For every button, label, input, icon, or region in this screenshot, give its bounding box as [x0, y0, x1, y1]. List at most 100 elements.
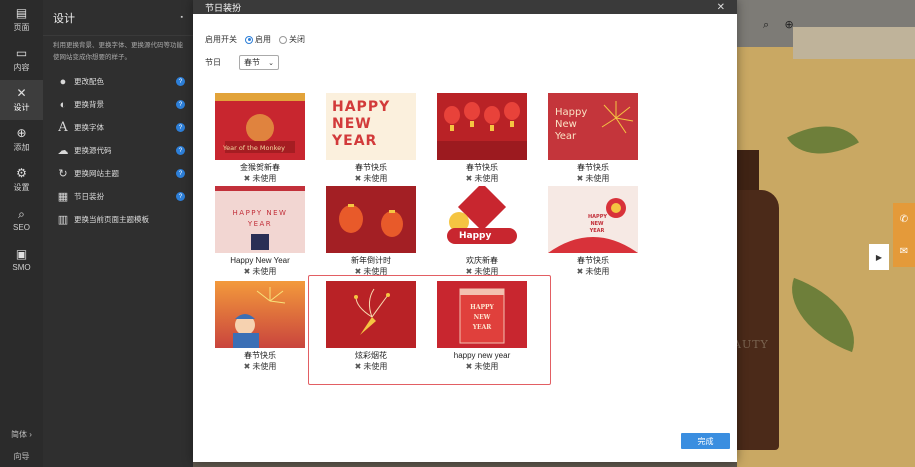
radio-disable[interactable]: 关闭 — [279, 34, 305, 45]
card-thumbnail — [437, 93, 527, 160]
knot-art — [447, 186, 517, 244]
festival-card[interactable]: Happy New Year 春节快乐 ✖ 未使用 — [548, 93, 638, 189]
card-status: ✖ 未使用 — [576, 174, 610, 183]
festival-card[interactable]: HAPPY NEW YEAR Happy New Year ✖ 未使用 — [215, 186, 305, 282]
panel-item-theme[interactable]: ↻ 更换网站主题? — [43, 162, 193, 185]
play-button[interactable]: ▶ — [869, 244, 889, 270]
unused-icon: ✖ — [576, 267, 584, 276]
radio-enable[interactable]: 启用 — [245, 34, 271, 45]
panel-title: 设计 — [53, 12, 75, 25]
mail-icon[interactable]: ✉ — [900, 246, 908, 257]
festival-card[interactable]: 春节快乐 ✖ 未使用 — [437, 93, 527, 189]
design-icon: ✕ — [16, 86, 27, 100]
help-icon[interactable]: ? — [176, 146, 185, 155]
modal-header: 节日装扮 ✕ — [193, 0, 737, 14]
panel-item-festival[interactable]: ▦ 节日装扮? — [43, 185, 193, 208]
selection-highlight — [308, 275, 551, 385]
help-icon[interactable]: ? — [176, 123, 185, 132]
festival-card[interactable]: Happy 欢庆新春 ✖ 未使用 — [437, 186, 527, 282]
card-name: Happy New Year — [230, 256, 290, 265]
card-status: ✖ 未使用 — [243, 174, 277, 183]
unused-icon: ✖ — [243, 267, 251, 276]
left-rail: ▤ 页面 ▭ 内容 ✕ 设计 ⊕ 添加 ⚙ 设置 ⌕ SEO ▣ SMO 简体 › 向导 — [0, 0, 43, 467]
card-thumbnail: Happy New Year — [548, 93, 638, 160]
unused-icon: ✖ — [576, 174, 584, 183]
unused-icon: ✖ — [354, 174, 362, 183]
card-thumbnail: HAPPY NEW YEAR — [326, 93, 416, 160]
content-icon: ▭ — [15, 46, 28, 60]
contact-float[interactable]: ✆ ✉ — [893, 203, 915, 267]
festival-select[interactable]: 春节 ⌄ — [239, 55, 279, 70]
panel-item-template[interactable]: ▥ 更换当前页面主题模板 — [43, 208, 193, 231]
card-name: 金猴贺新春 — [240, 163, 280, 172]
cloud-icon: ☁ — [57, 145, 69, 157]
refresh-icon: ↻ — [58, 168, 68, 180]
card-status: ✖ 未使用 — [576, 267, 610, 276]
card-name: 新年倒计时 — [351, 256, 391, 265]
festival-card[interactable]: 新年倒计时 ✖ 未使用 — [326, 186, 416, 282]
design-panel: 设计 ▪ 利用更换背景、更换字体、更换源代码等功能使网站变成你想要的样子。 ● 更… — [43, 0, 193, 467]
card-name: 春节快乐 — [466, 163, 498, 172]
panel-item-background[interactable]: ◐ 更换背景? — [43, 93, 193, 116]
panel-header: 设计 ▪ — [43, 0, 193, 36]
radio-unchecked-icon — [279, 35, 287, 44]
card-name: 春节快乐 — [355, 163, 387, 172]
modal-title: 节日装扮 — [205, 2, 242, 13]
panel-description: 利用更换背景、更换字体、更换源代码等功能使网站变成你想要的样子。 — [53, 42, 183, 61]
card-status: ✖ 未使用 — [465, 174, 499, 183]
help-icon[interactable]: ? — [176, 100, 185, 109]
pin-icon[interactable]: ▪ — [181, 14, 183, 21]
card-thumbnail: HAPPY NEW YEAR — [548, 186, 638, 253]
panel-item-source[interactable]: ☁ 更换源代码? — [43, 139, 193, 162]
drop-icon: ● — [59, 75, 67, 88]
festival-card[interactable]: Year of the Monkey 金猴贺新春 ✖ 未使用 — [215, 93, 305, 189]
festival-card[interactable]: HAPPY NEW YEAR 春节快乐 ✖ 未使用 — [326, 93, 416, 189]
unused-icon: ✖ — [465, 174, 473, 183]
help-icon[interactable]: ? — [176, 192, 185, 201]
card-thumbnail — [215, 281, 305, 348]
rail-item-seo[interactable]: ⌕ SEO — [0, 200, 43, 240]
card-thumbnail: HAPPY NEW YEAR — [215, 186, 305, 253]
done-button[interactable]: 完成 — [681, 433, 730, 449]
panel-item-color[interactable]: ● 更改配色? — [43, 70, 193, 93]
search-icon[interactable]: ⌕ — [763, 19, 769, 31]
rail-bottom: 简体 › 向导 — [0, 423, 43, 467]
chevron-down-icon: ⌄ — [268, 59, 274, 67]
card-thumbnail: Year of the Monkey — [215, 93, 305, 160]
rail-item-settings[interactable]: ⚙ 设置 — [0, 160, 43, 200]
unused-icon: ✖ — [243, 362, 251, 371]
rail-item-design[interactable]: ✕ 设计 — [0, 80, 43, 120]
close-icon[interactable]: ✕ — [717, 2, 725, 13]
play-icon: ▶ — [875, 252, 883, 262]
panel-item-font[interactable]: A 更换字体? — [43, 116, 193, 139]
globe-icon[interactable]: ⊕ — [784, 19, 793, 31]
gift-icon: ▦ — [57, 191, 69, 203]
card-thumbnail — [326, 186, 416, 253]
card-status: ✖ 未使用 — [243, 267, 277, 276]
site-header-icons: ⌕ ⊕ — [763, 18, 794, 32]
contrast-icon: ◐ — [59, 98, 67, 111]
card-status: ✖ 未使用 — [243, 362, 277, 371]
rail-item-add[interactable]: ⊕ 添加 — [0, 120, 43, 160]
rail-item-smo[interactable]: ▣ SMO — [0, 240, 43, 280]
help-icon[interactable]: ? — [176, 169, 185, 178]
switch-label: 启用开关 — [205, 35, 237, 44]
template-icon: ▥ — [57, 214, 69, 226]
festival-card[interactable]: 春节快乐 ✖ 未使用 — [215, 281, 305, 377]
guide-link[interactable]: 向导 — [0, 445, 43, 467]
font-icon: A — [58, 120, 68, 135]
help-icon[interactable]: ? — [176, 77, 185, 86]
festival-label: 节日 — [205, 58, 221, 67]
card-status: ✖ 未使用 — [354, 174, 388, 183]
festival-row: 节日 春节 ⌄ — [205, 55, 279, 70]
rail-item-content[interactable]: ▭ 内容 — [0, 40, 43, 80]
language-switch[interactable]: 简体 › — [0, 423, 43, 445]
add-icon: ⊕ — [16, 126, 27, 140]
festival-card[interactable]: HAPPY NEW YEAR 春节快乐 ✖ 未使用 — [548, 186, 638, 282]
festival-modal: 节日装扮 ✕ 启用开关 启用 关闭 节日 春节 ⌄ Year of the Mon… — [193, 0, 737, 462]
search-icon: ⌕ — [18, 207, 25, 221]
site-nav-box — [793, 27, 915, 59]
card-name: 欢庆新春 — [466, 256, 498, 265]
rail-item-page[interactable]: ▤ 页面 — [0, 0, 43, 40]
phone-icon[interactable]: ✆ — [900, 214, 908, 225]
